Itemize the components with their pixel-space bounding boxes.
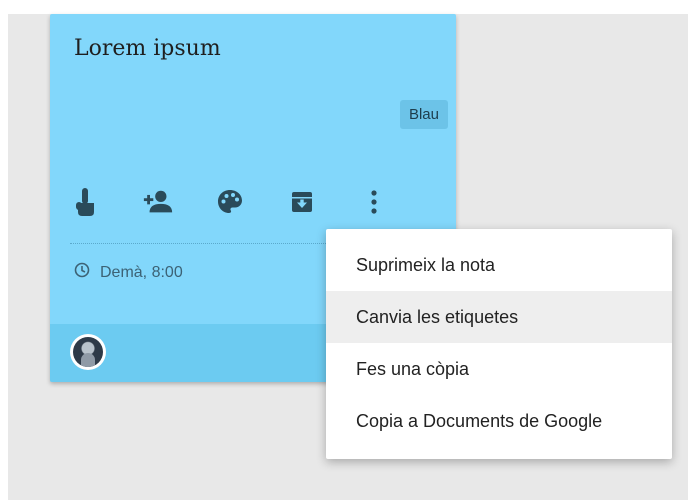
collaborator-icon[interactable] xyxy=(142,184,174,220)
archive-icon[interactable] xyxy=(286,184,318,220)
remind-me-icon[interactable] xyxy=(70,184,102,220)
label-chip[interactable]: Blau xyxy=(399,100,448,129)
reminder-chip[interactable]: Demà, 8:00 xyxy=(74,262,183,283)
menu-item-delete-note[interactable]: Suprimeix la nota xyxy=(326,239,672,291)
avatar-image xyxy=(73,337,103,367)
more-icon[interactable] xyxy=(358,184,390,220)
menu-item-copy-to-google-docs[interactable]: Copia a Documents de Google xyxy=(326,395,672,447)
note-toolbar xyxy=(70,182,430,222)
note-title[interactable]: Lorem ipsum xyxy=(74,36,221,61)
menu-item-change-labels[interactable]: Canvia les etiquetes xyxy=(326,291,672,343)
clock-icon xyxy=(74,262,90,283)
reminder-text: Demà, 8:00 xyxy=(100,263,183,281)
avatar[interactable] xyxy=(70,334,106,370)
board-background: Lorem ipsum Blau Demà, 8:00 Suprimeix la… xyxy=(8,14,688,500)
note-options-menu: Suprimeix la nota Canvia les etiquetes F… xyxy=(326,229,672,459)
menu-item-make-copy[interactable]: Fes una còpia xyxy=(326,343,672,395)
change-color-icon[interactable] xyxy=(214,184,246,220)
